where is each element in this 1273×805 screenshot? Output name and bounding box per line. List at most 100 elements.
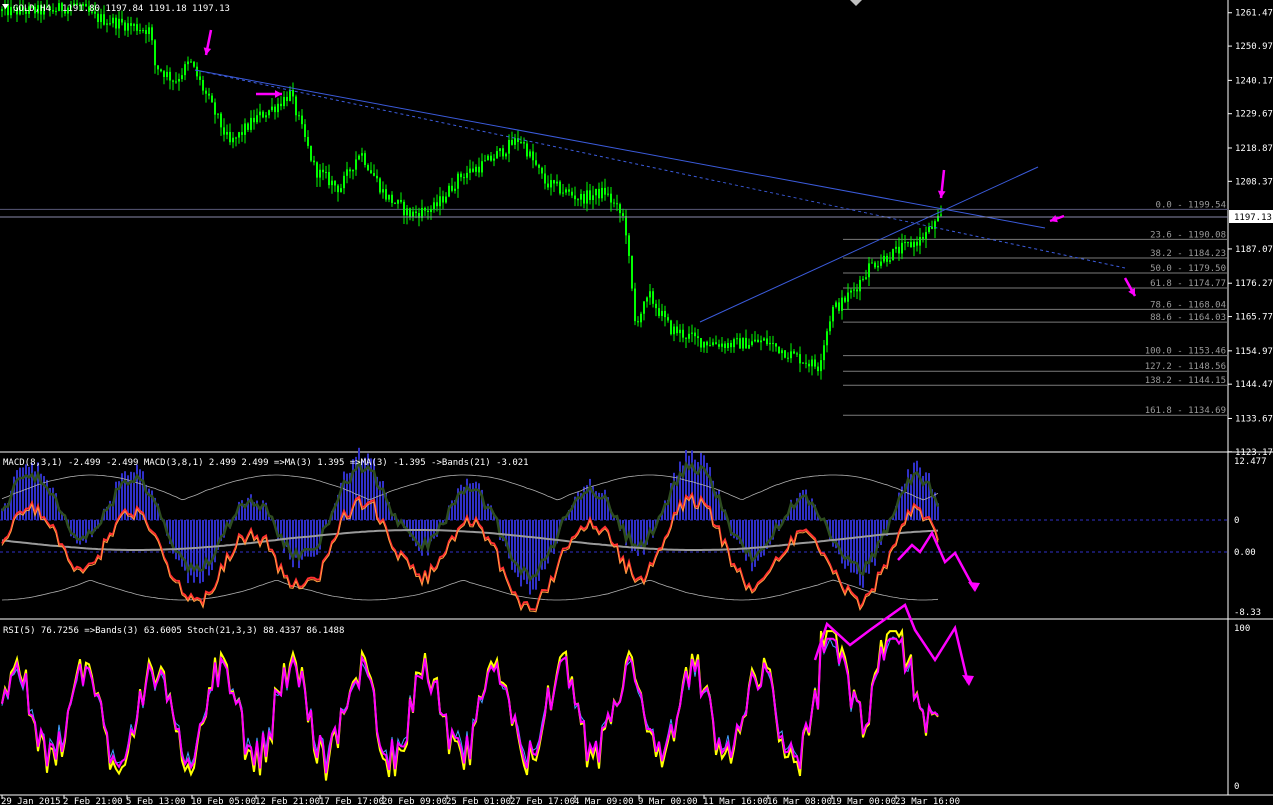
candle-body xyxy=(697,336,699,339)
candle-body xyxy=(802,362,804,364)
candle-body xyxy=(502,148,504,157)
fib-level-label: 78.6 - 1168.04 xyxy=(1150,300,1226,310)
candle-body xyxy=(691,332,693,334)
candle-body xyxy=(667,317,669,321)
candle-body xyxy=(829,321,831,332)
candle-body xyxy=(289,90,291,102)
candle-body xyxy=(208,93,210,96)
candle-body xyxy=(499,148,501,152)
candle-body xyxy=(655,303,657,309)
candle-body xyxy=(166,71,168,77)
candle-body xyxy=(901,242,903,254)
rsi-header: RSI(5) 76.7256 =>Bands(3) 63.6005 Stoch(… xyxy=(3,626,344,636)
macd-histogram-bar xyxy=(853,520,855,573)
candle-body xyxy=(145,30,147,35)
fib-level-label: 0.0 - 1199.54 xyxy=(1156,200,1226,210)
macd-tick-label: 0.00 xyxy=(1234,548,1256,558)
candle-body xyxy=(898,246,900,254)
candle-body xyxy=(100,14,102,23)
candle-body xyxy=(457,173,459,189)
candle-body xyxy=(427,210,429,213)
candle-body xyxy=(361,153,363,156)
candle-body xyxy=(673,326,675,335)
macd-histogram-bar xyxy=(691,450,693,520)
candle-body xyxy=(286,96,288,102)
candle-body xyxy=(589,190,591,200)
candle-body xyxy=(940,214,942,216)
candle-body xyxy=(472,168,474,172)
macd-histogram-bar xyxy=(130,471,132,520)
candle-body xyxy=(304,124,306,137)
candle-body xyxy=(826,331,828,346)
candle-body xyxy=(301,115,303,125)
candle-body xyxy=(142,30,144,32)
candle-body xyxy=(853,289,855,291)
candle-body xyxy=(856,289,858,292)
fib-level-label: 38.2 - 1184.23 xyxy=(1150,249,1226,259)
candle-body xyxy=(346,169,348,176)
trading-chart[interactable]: 0.0 - 1199.54 23.6 - 1190.08 38.2 - 1184.2… xyxy=(0,0,1273,805)
candle-body xyxy=(478,166,480,173)
candle-body xyxy=(391,194,393,203)
candle-body xyxy=(850,290,852,293)
candle-body xyxy=(307,136,309,146)
candle-body xyxy=(805,362,807,364)
candle-body xyxy=(556,181,558,184)
candle-body xyxy=(487,155,489,161)
candle-body xyxy=(244,123,246,135)
macd-histogram-bar xyxy=(679,461,681,520)
candle-body xyxy=(160,69,162,72)
candle-body xyxy=(598,188,600,199)
candle-body xyxy=(181,75,183,80)
candle-body xyxy=(895,246,897,249)
candle-body xyxy=(430,209,432,213)
candle-body xyxy=(535,160,537,165)
macd-histogram-bar xyxy=(511,520,513,570)
price-tick-label: 1154.97 xyxy=(1235,347,1273,357)
macd-histogram-bar xyxy=(544,520,546,570)
candle-body xyxy=(790,351,792,359)
candle-body xyxy=(337,185,339,193)
macd-histogram-bar xyxy=(313,520,315,557)
candle-body xyxy=(370,170,372,174)
candle-body xyxy=(700,338,702,348)
fib-level-label: 127.2 - 1148.56 xyxy=(1145,362,1226,372)
candle-body xyxy=(916,241,918,246)
candle-body xyxy=(508,139,510,154)
candle-body xyxy=(202,79,204,91)
candle-body xyxy=(811,359,813,367)
candle-body xyxy=(280,103,282,107)
time-tick-label: 19 Mar 00:00 xyxy=(831,797,896,805)
time-tick-label: 16 Mar 08:00 xyxy=(767,797,832,805)
candle-body xyxy=(466,172,468,178)
price-tick-label: 1218.87 xyxy=(1235,144,1273,154)
candle-body xyxy=(277,103,279,113)
macd-histogram-bar xyxy=(28,466,30,520)
candle-body xyxy=(703,341,705,348)
candle-body xyxy=(229,131,231,143)
candle-body xyxy=(268,110,270,116)
candle-body xyxy=(178,79,180,82)
candle-body xyxy=(808,363,810,367)
candle-body xyxy=(532,151,534,161)
candle-body xyxy=(625,215,627,236)
candle-body xyxy=(382,189,384,193)
candle-body xyxy=(265,115,267,118)
macd-tick-label: -8.33 xyxy=(1234,608,1261,618)
candle-body xyxy=(520,141,522,143)
candle-body xyxy=(610,193,612,203)
candle-body xyxy=(454,188,456,191)
candle-body xyxy=(817,366,819,372)
candle-body xyxy=(373,173,375,176)
candle-body xyxy=(175,81,177,83)
candle-body xyxy=(886,255,888,262)
candle-body xyxy=(841,297,843,311)
candle-body xyxy=(295,96,297,116)
candle-body xyxy=(514,138,516,145)
candle-body xyxy=(223,127,225,135)
candle-body xyxy=(10,6,12,16)
candle-body xyxy=(367,164,369,171)
candle-body xyxy=(355,159,357,170)
candle-body xyxy=(631,255,633,289)
macd-histogram-bar xyxy=(916,460,918,520)
